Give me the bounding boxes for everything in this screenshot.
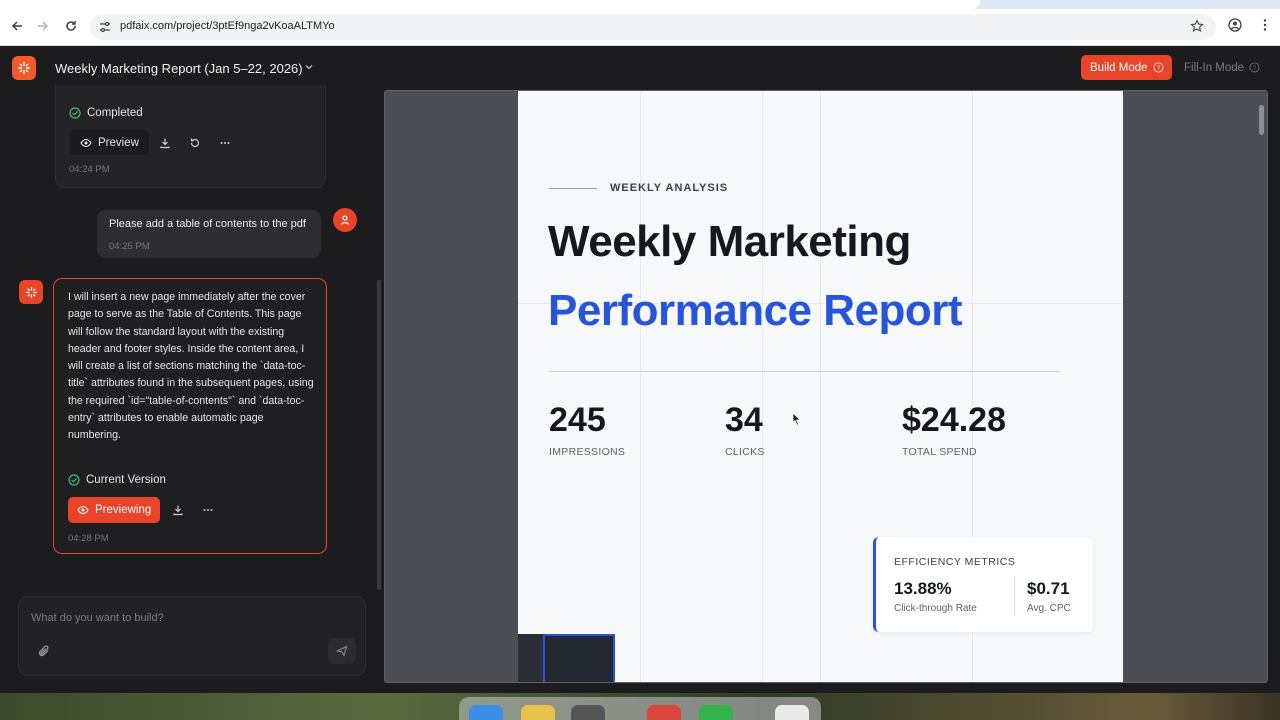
fill-in-mode-button[interactable]: Fill-In Mode ? xyxy=(1184,55,1260,80)
stat-label: CLICKS xyxy=(725,446,765,458)
active-tab[interactable] xyxy=(0,0,980,9)
efficiency-heading: EFFICIENCY METRICS xyxy=(894,556,1016,568)
app-top-bar: Weekly Marketing Report (Jan 5–22, 2026)… xyxy=(0,46,1280,90)
back-icon[interactable] xyxy=(7,16,27,36)
download-icon[interactable] xyxy=(170,502,186,518)
settings-icon[interactable] xyxy=(571,705,605,720)
stat-impressions: 245 IMPRESSIONS xyxy=(549,401,625,458)
footer-decoration xyxy=(518,634,615,682)
user-avatar xyxy=(333,208,357,232)
more-options-icon[interactable] xyxy=(217,135,233,151)
browser-chrome: pdfaix.com/project/3ptEf9nga2vKoaALTMYo xyxy=(0,0,1280,46)
build-mode-label: Build Mode xyxy=(1090,61,1148,74)
numbers-icon[interactable] xyxy=(699,705,733,720)
site-settings-icon[interactable] xyxy=(98,20,112,34)
previous-version-card: Completed Preview 04:24 PM xyxy=(55,86,326,188)
preview-button[interactable]: Preview xyxy=(70,130,149,155)
assistant-avatar xyxy=(19,280,43,304)
trash-icon[interactable] xyxy=(775,705,809,720)
eye-icon xyxy=(77,505,89,515)
status-completed: Completed xyxy=(69,107,143,119)
grid-line xyxy=(762,91,763,682)
composer xyxy=(18,596,366,676)
stat-value: $24.28 xyxy=(902,401,1006,439)
stat-value: 34 xyxy=(725,401,763,439)
svg-text:?: ? xyxy=(1156,65,1160,72)
previewing-button[interactable]: Previewing xyxy=(68,497,161,523)
chevron-down-icon[interactable] xyxy=(303,61,315,73)
mouse-cursor-icon xyxy=(792,412,801,426)
timestamp: 04:25 PM xyxy=(109,241,150,252)
check-circle-icon xyxy=(68,474,80,486)
status-current-version: Current Version xyxy=(68,474,166,486)
efficiency-metrics-card: EFFICIENCY METRICS 13.88% Click-through … xyxy=(873,537,1093,632)
status-text: Current Version xyxy=(86,474,166,486)
forward-icon[interactable] xyxy=(33,16,53,36)
svg-text:?: ? xyxy=(1253,65,1257,72)
user-icon xyxy=(340,215,350,225)
chrome-icon[interactable] xyxy=(647,705,681,720)
previewing-label: Previewing xyxy=(95,504,152,516)
ctr-value: 13.88% xyxy=(894,579,952,598)
dock xyxy=(459,697,821,720)
cpc-value: $0.71 xyxy=(1027,579,1070,598)
send-button[interactable] xyxy=(328,638,356,664)
preview-scrollbar-thumb[interactable] xyxy=(1259,105,1264,135)
sparkle-logo-icon xyxy=(18,62,30,74)
check-circle-icon xyxy=(69,107,81,119)
build-mode-button[interactable]: Build Mode ? xyxy=(1081,55,1172,80)
app-window: Weekly Marketing Report (Jan 5–22, 2026)… xyxy=(0,46,1280,693)
download-icon[interactable] xyxy=(157,135,173,151)
eye-icon xyxy=(80,138,92,147)
ctr-label: Click-through Rate xyxy=(894,603,977,614)
bookmark-star-icon[interactable] xyxy=(1190,19,1204,33)
user-message-bubble: Please add a table of contents to the pd… xyxy=(97,210,321,258)
user-message-text: Please add a table of contents to the pd… xyxy=(109,218,306,230)
report-title-line1: Weekly Marketing xyxy=(548,217,911,266)
url-text[interactable]: pdfaix.com/project/3ptEf9nga2vKoaALTMYo xyxy=(120,20,335,32)
divider xyxy=(1014,577,1015,615)
help-icon: ? xyxy=(1153,62,1164,73)
paperclip-icon[interactable] xyxy=(37,644,51,658)
stat-label: TOTAL SPEND xyxy=(902,446,977,458)
reload-icon[interactable] xyxy=(61,16,81,36)
eyebrow-text: WEEKLY ANALYSIS xyxy=(610,182,729,194)
more-options-icon[interactable] xyxy=(200,502,216,518)
prompt-input[interactable] xyxy=(31,608,331,628)
restore-icon[interactable] xyxy=(187,135,203,151)
divider xyxy=(549,371,1061,372)
pdf-preview-area[interactable]: WEEKLY ANALYSIS Weekly Marketing Perform… xyxy=(384,90,1268,683)
assistant-message-card: I will insert a new page immediately aft… xyxy=(53,278,327,554)
pdf-page: WEEKLY ANALYSIS Weekly Marketing Perform… xyxy=(518,91,1123,682)
chat-panel: Completed Preview 04:24 PM Please add a … xyxy=(0,86,381,693)
stat-label: IMPRESSIONS xyxy=(549,446,626,458)
assistant-message-text: I will insert a new page immediately aft… xyxy=(68,291,314,442)
send-icon xyxy=(336,645,348,657)
project-title[interactable]: Weekly Marketing Report (Jan 5–22, 2026) xyxy=(55,61,303,76)
eyebrow-rule xyxy=(549,188,597,189)
help-icon: ? xyxy=(1249,62,1260,73)
tab-strip xyxy=(0,0,1280,9)
status-text: Completed xyxy=(87,107,143,119)
profile-icon[interactable] xyxy=(1228,18,1242,32)
timestamp: 04:28 PM xyxy=(68,533,109,544)
preview-label: Preview xyxy=(98,136,139,149)
finder-icon[interactable] xyxy=(469,705,503,720)
browser-menu-icon[interactable] xyxy=(1258,18,1272,32)
fill-in-mode-label: Fill-In Mode xyxy=(1184,61,1245,74)
timestamp: 04:24 PM xyxy=(69,164,110,175)
address-bar[interactable]: pdfaix.com/project/3ptEf9nga2vKoaALTMYo xyxy=(90,14,1216,40)
launchpad-icon[interactable] xyxy=(521,705,555,720)
report-title-line2: Performance Report xyxy=(548,286,963,335)
stat-clicks: 34 CLICKS xyxy=(725,401,765,458)
sparkle-icon xyxy=(25,286,37,298)
footer-accent-box xyxy=(543,634,615,682)
stat-value: 245 xyxy=(549,401,606,439)
cpc-label: Avg. CPC xyxy=(1027,603,1071,614)
stat-total-spend: $24.28 TOTAL SPEND xyxy=(902,401,1006,458)
app-logo[interactable] xyxy=(12,56,36,80)
chat-scrollbar[interactable] xyxy=(377,280,381,590)
grid-line xyxy=(640,91,641,682)
grid-line xyxy=(820,91,821,682)
